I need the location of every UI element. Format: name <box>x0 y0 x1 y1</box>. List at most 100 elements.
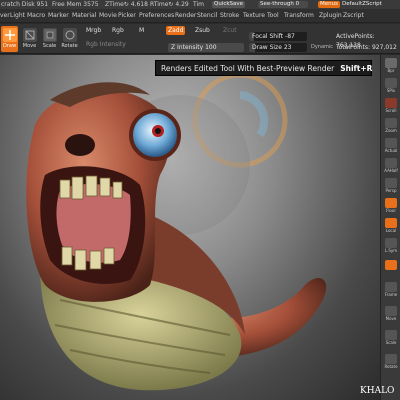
move-view-icon <box>385 306 397 316</box>
bpr-button[interactable]: Bpr <box>383 57 399 75</box>
focal-shift-label: Focal Shift -87 <box>252 33 295 40</box>
total-points-label: TotalPoints: <box>336 44 371 51</box>
frame-icon <box>385 282 397 292</box>
zoom-label: Zoom <box>385 128 397 133</box>
scale-view-button[interactable]: Scale <box>383 329 399 347</box>
frame-button[interactable]: Frame <box>383 281 399 299</box>
focal-shift-slider[interactable]: Focal Shift -87 <box>249 32 307 41</box>
mrgb-button[interactable]: Mrgb <box>84 26 103 35</box>
sculpted-creature-render <box>26 72 327 391</box>
aahalf-label: AAHalf <box>384 168 398 173</box>
persp-label: Persp <box>385 188 397 193</box>
menu-item-render[interactable]: Render <box>175 9 196 23</box>
rotate-label: Rotate <box>61 43 78 49</box>
floor-button[interactable]: Floor <box>383 197 399 215</box>
actual-icon <box>385 138 397 148</box>
lsym-label: L.Sym <box>384 248 398 253</box>
quicksave-button[interactable]: QuickSave <box>212 1 246 8</box>
toolbar: Draw Move Scale Rotate Mrgb Rgb M Rgb In… <box>0 24 400 54</box>
rotate-view-button[interactable]: Rotate <box>383 353 399 371</box>
menu-item-ver[interactable]: ver <box>0 9 10 23</box>
lsym-icon <box>385 238 397 248</box>
lsym-button[interactable]: L.Sym <box>383 237 399 255</box>
menu-item-zplugin[interactable]: Zplugin <box>319 9 342 23</box>
draw-size-slider[interactable]: Draw Size 23 <box>249 43 307 52</box>
scale-icon <box>42 28 57 42</box>
menu-item-zscript[interactable]: Zscript <box>343 9 364 23</box>
see-through-label: See-through <box>260 1 294 7</box>
move-icon <box>22 28 37 42</box>
menu-item-macro[interactable]: Macro <box>27 9 45 23</box>
menu-item-tool[interactable]: Tool <box>267 9 279 23</box>
menu-item-stencil[interactable]: Stencil <box>197 9 217 23</box>
ztime-readout: ZTime↻ 4.618 <box>105 1 148 8</box>
dynamic-button[interactable]: Dynamic <box>309 43 335 52</box>
spix-button[interactable]: SPix <box>383 77 399 95</box>
zoom-icon <box>385 118 397 128</box>
total-points-value: 927,012 <box>371 44 397 51</box>
see-through-slider[interactable]: See-through 0 <box>258 1 308 8</box>
xyz-button[interactable] <box>383 259 399 277</box>
rotate-icon <box>62 28 77 42</box>
menu-item-texture[interactable]: Texture <box>243 9 265 23</box>
tooltip-shortcut: Shift+R <box>340 64 373 73</box>
render-tooltip: Renders Edited Tool With Best-Preview Re… <box>155 60 372 76</box>
zcut-button[interactable]: Zcut <box>221 26 239 35</box>
m-button[interactable]: M <box>137 26 146 35</box>
z-intensity-label: Z Intensity 100 <box>171 44 217 51</box>
move-button[interactable]: Move <box>21 26 38 52</box>
actual-label: Actual <box>384 148 398 153</box>
draw-size-label: Draw Size 23 <box>252 44 292 51</box>
menus-button[interactable]: Menus <box>318 1 340 8</box>
menu-item-transform[interactable]: Transform <box>284 9 314 23</box>
viewport-canvas[interactable] <box>0 55 380 400</box>
menu-item-stroke[interactable]: Stroke <box>220 9 239 23</box>
status-bar: cratch Disk 951 Free Mem 3575 ZTime↻ 4.6… <box>0 0 400 9</box>
z-intensity-slider[interactable]: Z Intensity 100 <box>168 43 244 52</box>
menu-item-material[interactable]: Material <box>72 9 96 23</box>
xyz-icon <box>385 260 397 270</box>
rgb-button[interactable]: Rgb <box>110 26 126 35</box>
draw-button[interactable]: Draw <box>1 26 18 52</box>
total-points-readout: TotalPoints: 927,012 <box>334 43 399 52</box>
zoom-button[interactable]: Zoom <box>383 117 399 135</box>
scroll-icon <box>385 98 397 108</box>
spix-label: SPix <box>386 88 396 93</box>
persp-button[interactable]: Persp <box>383 177 399 195</box>
menu-item-movie[interactable]: Movie <box>99 9 117 23</box>
draw-label: Draw <box>2 43 17 49</box>
rtime-readout: RTime↻ 4.29 <box>150 1 189 8</box>
menu-bar: ver Light Macro Marker Material Movie Pi… <box>0 9 400 23</box>
scale-button[interactable]: Scale <box>41 26 58 52</box>
rotate-button[interactable]: Rotate <box>61 26 78 52</box>
persp-icon <box>385 178 397 188</box>
menu-item-light[interactable]: Light <box>10 9 25 23</box>
bpr-label: Bpr <box>387 68 395 73</box>
focal-shift-value: -87 <box>285 33 295 40</box>
move-view-label: Move <box>385 316 397 321</box>
move-label: Move <box>22 43 37 49</box>
local-icon <box>385 218 397 228</box>
menu-item-preferences[interactable]: Preferences <box>139 9 174 23</box>
zsub-button[interactable]: Zsub <box>193 26 212 35</box>
move-view-button[interactable]: Move <box>383 305 399 323</box>
scale-label: Scale <box>42 43 57 49</box>
aahalf-button[interactable]: AAHalf <box>383 157 399 175</box>
actual-button[interactable]: Actual <box>383 137 399 155</box>
local-button[interactable]: Local <box>383 217 399 235</box>
scale-view-label: Scale <box>385 340 397 345</box>
zadd-button[interactable]: Zadd <box>166 26 186 35</box>
time-readout: Tim <box>193 1 204 8</box>
default-zscript-button[interactable]: DefaultZScript <box>340 1 384 8</box>
bpr-icon <box>385 58 397 68</box>
right-shelf: Bpr SPix Scroll Zoom Actual AAHalf Persp… <box>380 55 400 400</box>
rotate-view-icon <box>385 354 397 364</box>
menu-item-marker[interactable]: Marker <box>48 9 69 23</box>
active-points-readout: ActivePoints: 763,138 <box>334 32 400 49</box>
aahalf-icon <box>385 158 397 168</box>
scratch-disk-readout: cratch Disk 951 <box>1 1 49 8</box>
rgb-intensity-slider[interactable]: Rgb Intensity <box>84 40 128 49</box>
menu-item-picker[interactable]: Picker <box>118 9 136 23</box>
scroll-button[interactable]: Scroll <box>383 97 399 115</box>
see-through-value: 0 <box>295 1 300 7</box>
